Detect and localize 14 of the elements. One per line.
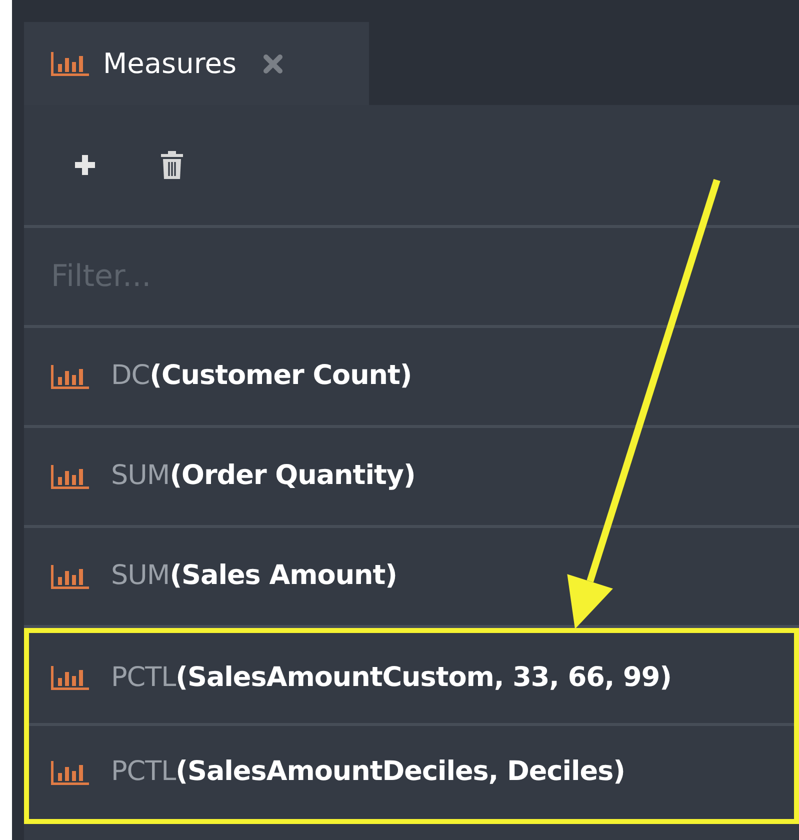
bar-chart-icon [51, 666, 89, 690]
measure-name[interactable]: PCTL(SalesAmountDeciles, Deciles) [111, 752, 625, 793]
tab-label: Measures [103, 46, 237, 82]
bar-chart-icon [51, 464, 89, 488]
bar-chart-icon [51, 364, 89, 388]
measure-name[interactable]: SUM(Sales Amount) [111, 556, 398, 597]
measure-name[interactable]: SUM(Order Quantity) [111, 456, 416, 497]
bar-chart-icon [51, 760, 89, 784]
bar-chart-icon [51, 52, 89, 76]
measure-name[interactable]: DC(Customer Count) [111, 356, 412, 397]
bar-chart-icon [51, 564, 89, 588]
measures-tab[interactable]: Measures [24, 22, 369, 105]
measure-name[interactable]: PCTL(SalesAmountCustom, 33, 66, 99) [111, 658, 672, 698]
close-icon[interactable] [262, 54, 283, 74]
